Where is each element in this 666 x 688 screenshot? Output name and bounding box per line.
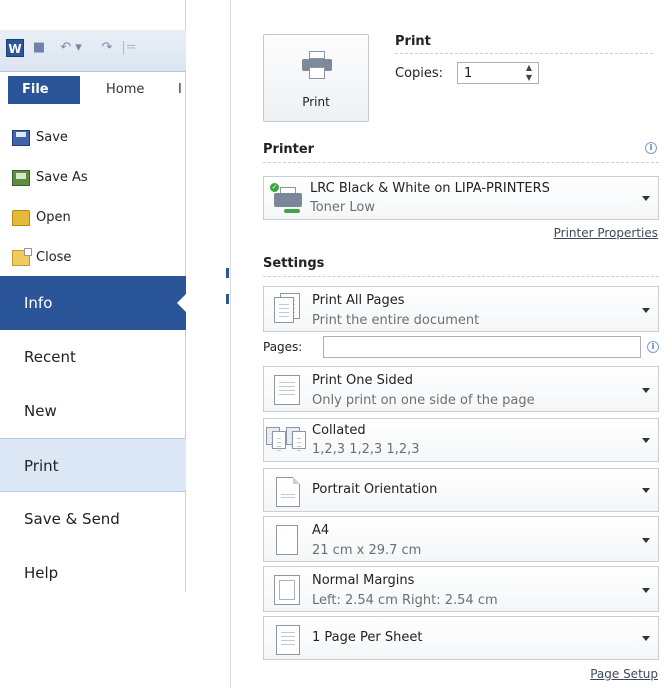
copies-label: Copies: xyxy=(395,66,444,81)
open-label: Open xyxy=(36,210,71,225)
pages-per-sheet-title: 1 Page Per Sheet xyxy=(312,630,423,645)
paper-size-dropdown[interactable]: A4 21 cm x 29.7 cm xyxy=(263,516,659,562)
ribbon-tabs: File Home I xyxy=(0,76,186,104)
print-settings-pane: Print Print Copies: ▲ ▼ Printer i ✓ LRC … xyxy=(230,0,666,688)
tab-insert-partial[interactable]: I xyxy=(178,76,182,104)
collation-title: Collated xyxy=(312,423,366,438)
print-button[interactable]: Print xyxy=(263,34,369,122)
paper-size-subtitle: 21 cm x 29.7 cm xyxy=(312,543,422,558)
customize-qat-icon[interactable]: |= xyxy=(120,39,138,57)
chevron-down-icon xyxy=(642,636,650,641)
save-command[interactable]: Save xyxy=(0,118,186,158)
splitter-grip xyxy=(226,268,229,278)
nav-item-info[interactable]: Info xyxy=(0,276,187,330)
pages-per-sheet-dropdown[interactable]: 1 Page Per Sheet xyxy=(263,616,659,660)
close-label: Close xyxy=(36,250,72,265)
margins-dropdown[interactable]: Normal Margins Left: 2.54 cm Right: 2.54… xyxy=(263,566,659,612)
tab-home[interactable]: Home xyxy=(106,76,144,104)
printer-heading-label: Printer xyxy=(263,142,315,157)
file-commands: Save Save As Open Close xyxy=(0,118,186,278)
collation-subtitle: 1,2,3 1,2,3 1,2,3 xyxy=(312,442,420,457)
print-range-subtitle: Print the entire document xyxy=(312,313,480,328)
pages-label: Pages: xyxy=(263,340,303,354)
save-as-command[interactable]: Save As xyxy=(0,158,186,198)
nav-item-help[interactable]: Help xyxy=(0,546,186,600)
pages-icon xyxy=(270,293,304,327)
nav-item-print[interactable]: Print xyxy=(0,438,186,492)
portrait-icon xyxy=(270,475,304,509)
pages-input[interactable] xyxy=(323,336,641,358)
paper-size-icon xyxy=(270,523,304,557)
nav-item-recent[interactable]: Recent xyxy=(0,330,186,384)
info-icon[interactable]: i xyxy=(647,341,659,353)
backstage-nav-list: Info Recent New Print Save & Send Help xyxy=(0,276,187,600)
print-heading: Print xyxy=(395,34,653,54)
printer-icon xyxy=(302,51,332,79)
undo-icon[interactable]: ↶ ▾ xyxy=(56,39,86,57)
info-icon[interactable]: i xyxy=(645,142,657,154)
chevron-down-icon xyxy=(642,196,650,201)
save-icon[interactable]: ■ xyxy=(30,39,48,57)
save-as-icon xyxy=(12,170,30,186)
word-icon[interactable]: W xyxy=(6,39,24,57)
settings-section-heading: Settings xyxy=(263,256,659,277)
print-button-label: Print xyxy=(302,95,330,109)
spin-down-icon[interactable]: ▼ xyxy=(521,73,537,83)
page-setup-link[interactable]: Page Setup xyxy=(590,667,658,681)
chevron-down-icon xyxy=(642,438,650,443)
printer-section-heading: Printer i xyxy=(263,142,659,163)
nav-item-save-send[interactable]: Save & Send xyxy=(0,492,186,546)
sides-title: Print One Sided xyxy=(312,373,414,388)
save-as-label: Save As xyxy=(36,170,88,185)
folder-open-icon xyxy=(12,210,30,226)
quick-access-toolbar: W ■ ↶ ▾ ↷ |= xyxy=(0,30,186,72)
chevron-down-icon xyxy=(642,488,650,493)
sides-subtitle: Only print on one side of the page xyxy=(312,393,535,408)
nav-item-new[interactable]: New xyxy=(0,384,186,438)
chevron-down-icon xyxy=(642,588,650,593)
copies-spinner[interactable]: ▲ ▼ xyxy=(521,63,537,83)
printer-status: Toner Low xyxy=(310,200,375,215)
chevron-down-icon xyxy=(642,538,650,543)
printer-dropdown[interactable]: ✓ LRC Black & White on LIPA-PRINTERS Ton… xyxy=(263,176,659,220)
collated-icon xyxy=(266,427,306,454)
save-icon xyxy=(12,130,30,146)
print-range-title: Print All Pages xyxy=(312,293,405,308)
pages-per-sheet-icon xyxy=(270,623,304,657)
open-command[interactable]: Open xyxy=(0,198,186,238)
orientation-dropdown[interactable]: Portrait Orientation xyxy=(263,468,659,512)
sides-dropdown[interactable]: Print One Sided Only print on one side o… xyxy=(263,366,659,412)
folder-close-icon xyxy=(12,248,32,266)
print-range-dropdown[interactable]: Print All Pages Print the entire documen… xyxy=(263,286,659,332)
margins-title: Normal Margins xyxy=(312,573,415,588)
backstage-nav-pane: W ■ ↶ ▾ ↷ |= File Home I Save Save As Op… xyxy=(0,0,187,592)
check-icon: ✓ xyxy=(270,183,279,192)
splitter-grip xyxy=(226,294,229,304)
chevron-down-icon xyxy=(642,388,650,393)
paper-size-title: A4 xyxy=(312,523,330,538)
one-sided-icon xyxy=(270,373,304,407)
save-label: Save xyxy=(36,130,68,145)
tab-file[interactable]: File xyxy=(8,76,80,104)
pane-splitter[interactable] xyxy=(226,268,229,320)
margins-icon xyxy=(270,573,304,607)
printer-status-icon: ✓ xyxy=(270,183,306,217)
orientation-title: Portrait Orientation xyxy=(312,482,438,497)
printer-name: LRC Black & White on LIPA-PRINTERS xyxy=(310,181,550,196)
close-command[interactable]: Close xyxy=(0,238,186,278)
margins-subtitle: Left: 2.54 cm Right: 2.54 cm xyxy=(312,593,498,608)
printer-properties-link[interactable]: Printer Properties xyxy=(554,226,658,240)
collation-dropdown[interactable]: Collated 1,2,3 1,2,3 1,2,3 xyxy=(263,418,659,462)
chevron-down-icon xyxy=(642,308,650,313)
spin-up-icon[interactable]: ▲ xyxy=(521,63,537,73)
redo-icon[interactable]: ↷ xyxy=(98,39,116,57)
